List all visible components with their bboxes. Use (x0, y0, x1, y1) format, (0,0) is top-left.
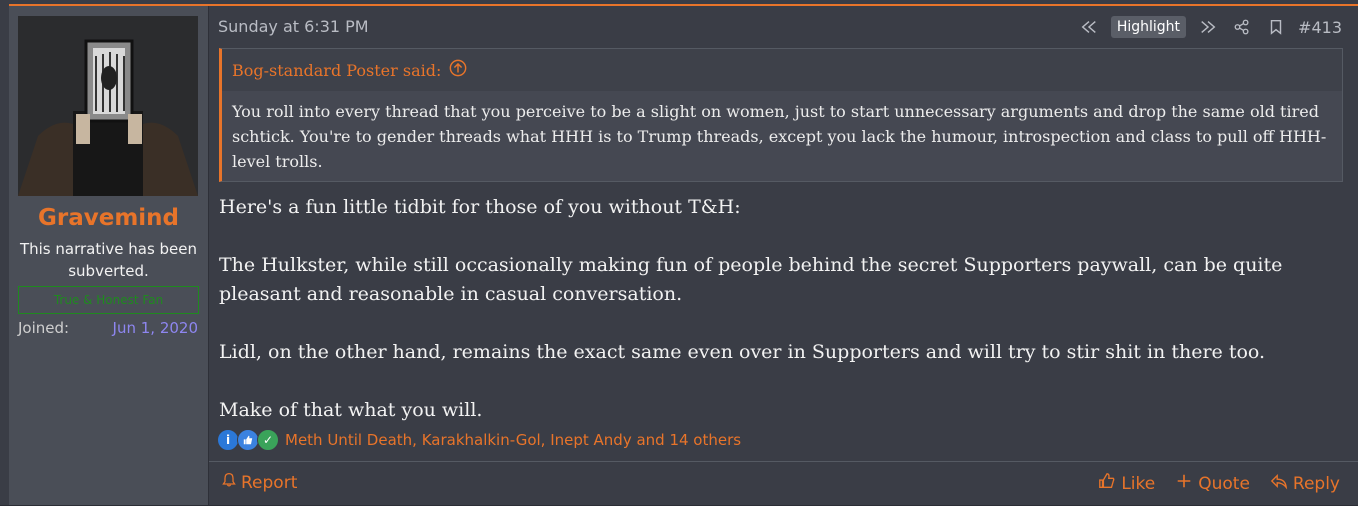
body-paragraph: The Hulkster, while still occasionally m… (219, 254, 1283, 305)
agree-icon: ✓ (257, 429, 279, 451)
next-highlight-icon[interactable] (1196, 15, 1220, 39)
forum-post: Gravemind This narrative has been subver… (0, 0, 1358, 505)
quote-button[interactable]: Quote (1175, 472, 1250, 495)
quote-block: Bog-standard Poster said: You roll into … (219, 48, 1343, 182)
body-paragraph: Lidl, on the other hand, remains the exa… (219, 341, 1266, 363)
post-actions: Like Quote Reply (1098, 472, 1340, 495)
like-button[interactable]: Like (1098, 472, 1155, 495)
like-icon (237, 429, 259, 451)
thumbs-up-icon (1098, 472, 1116, 495)
reply-label: Reply (1292, 473, 1340, 494)
like-label: Like (1121, 473, 1156, 494)
post-body: Here's a fun little tidbit for those of … (219, 193, 1339, 454)
user-sidebar: Gravemind This narrative has been subver… (9, 6, 209, 505)
informative-icon: i (217, 429, 239, 451)
body-paragraph: Here's a fun little tidbit for those of … (219, 196, 741, 218)
quote-text: You roll into every thread that you perc… (232, 102, 1327, 171)
user-title: This narrative has been subverted. (19, 240, 198, 280)
joined-label: Joined: (18, 319, 70, 337)
reply-button[interactable]: Reply (1270, 472, 1340, 495)
plus-icon (1175, 472, 1193, 495)
quote-header: Bog-standard Poster said: (222, 49, 1342, 91)
username[interactable]: Gravemind (9, 205, 208, 231)
post-header-actions: Highlight #413 (1077, 14, 1342, 40)
bell-icon (221, 472, 237, 493)
user-banner: True & Honest Fan (18, 286, 199, 314)
quote-label: Quote (1198, 473, 1250, 494)
joined-date: Jun 1, 2020 (112, 319, 198, 337)
avatar[interactable] (18, 16, 198, 196)
quote-author[interactable]: Bog-standard Poster said: (232, 61, 441, 80)
post-footer: Report Like Quote Reply (209, 461, 1358, 506)
bookmark-icon[interactable] (1264, 15, 1288, 39)
body-paragraph: Make of that what you will. (219, 399, 483, 421)
share-icon[interactable] (1230, 15, 1254, 39)
report-label: Report (241, 472, 298, 493)
reactions-bar: i ✓ Meth Until Death, Karakhalkin-Gol, I… (217, 429, 741, 451)
post-top-border (9, 4, 1358, 6)
report-button[interactable]: Report (221, 472, 297, 493)
post-number[interactable]: #413 (1298, 18, 1342, 37)
reactions-list[interactable]: Meth Until Death, Karakhalkin-Gol, Inept… (285, 431, 741, 449)
previous-highlight-icon[interactable] (1077, 15, 1101, 39)
post-date[interactable]: Sunday at 6:31 PM (218, 17, 369, 36)
highlight-button[interactable]: Highlight (1110, 16, 1187, 38)
jump-to-quote-icon[interactable] (449, 59, 467, 81)
reply-icon (1270, 472, 1288, 495)
